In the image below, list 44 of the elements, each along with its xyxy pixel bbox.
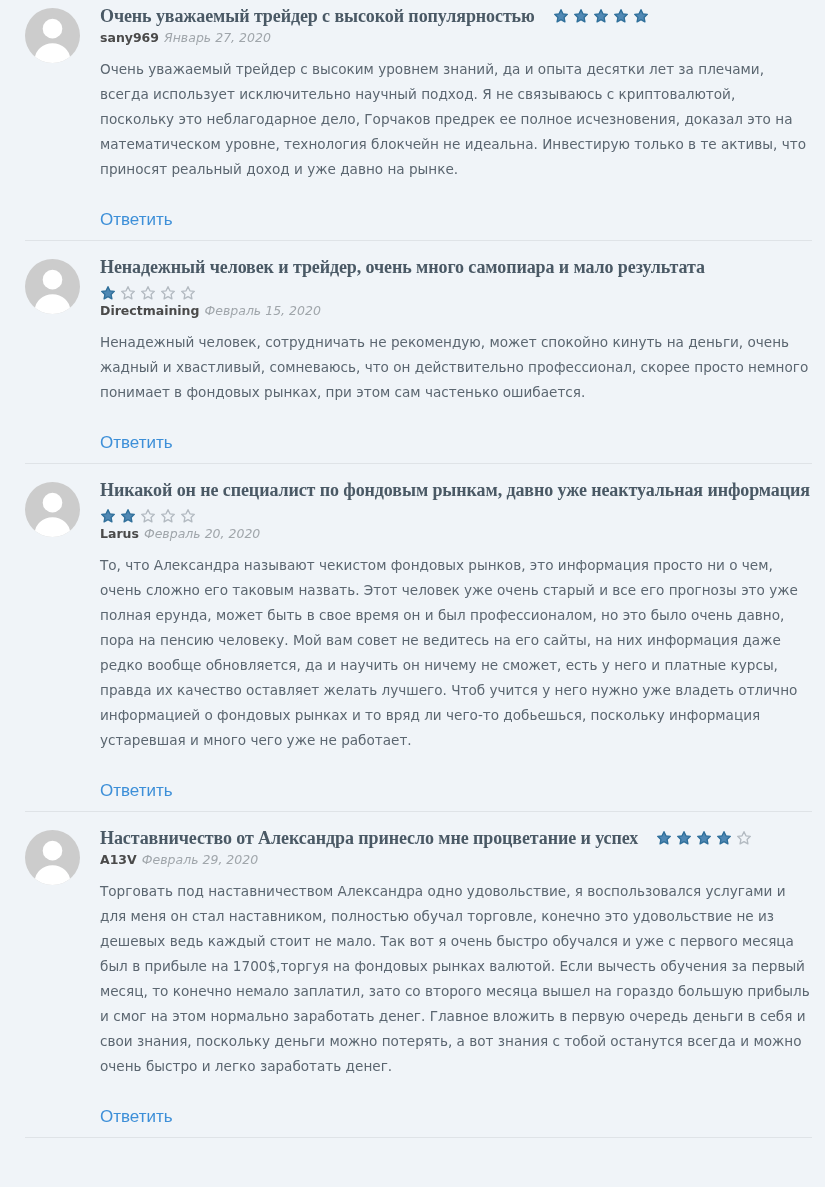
review-title: Никакой он не специалист по фондовым рынкам, давно уже неактуальная информация xyxy=(100,479,810,502)
filled-star-icon xyxy=(100,508,116,524)
filled-star-icon xyxy=(696,830,713,846)
filled-star-icon xyxy=(572,8,589,24)
filled-star-icon xyxy=(676,830,693,846)
empty-star-icon xyxy=(160,508,176,524)
reply-link[interactable]: Ответить xyxy=(100,1107,173,1127)
author-name: Larus xyxy=(100,526,139,541)
empty-star-icon xyxy=(736,830,753,846)
review-text: Очень уважаемый трейдер с высоким уровнем знаний, да и опыта десятки лет за плечами, всегда использует исключительно научный подход. Я не связываюсь с криптовалютой, поскольку это неблагодарное дело, Горчаков предрек ее полное исчезновения, доказал это на математическом уровне, технология блокчейн не идеальна. Инвестирую только в те активы, что приносят реальный доход и уже давно на рынке. xyxy=(100,60,807,179)
avatar-icon xyxy=(25,259,80,314)
review-date: Февраль 15, 2020 xyxy=(204,303,321,318)
review-date: Февраль 20, 2020 xyxy=(143,526,261,541)
empty-star-icon xyxy=(120,285,136,301)
empty-star-icon xyxy=(140,285,156,301)
review-title: Ненадежный человек и трейдер, очень много самопиара и мало результата xyxy=(100,256,705,279)
avatar-icon xyxy=(25,482,80,537)
reply-link[interactable]: Ответить xyxy=(100,781,173,801)
filled-star-icon xyxy=(592,8,609,24)
reply-link[interactable]: Ответить xyxy=(100,210,173,230)
empty-star-icon xyxy=(180,285,196,301)
avatar-icon xyxy=(25,8,80,63)
review-text: То, что Александра называют чекистом фондовых рынков, это информация просто ни о чем, очень сложно его таковым назвать. Этот человек уже очень старый и все его прогнозы это уже полная ерунда, может быть в свое время он и был профессионалом, но это было очень давно, пора на пенсию человеку. Мой вам совет не ведитесь на его сайты, на них информация даже редко вообще обновляется, да и научить он ничему не сможет, есть у него и платные курсы, правда их качество оставляет желать лучшего. Чтоб учится у него нужно уже владеть отлично информацией о фондовых рынках и то вряд ли чего-то добьешься, поскольку информация устаревшая и много чего уже не работает. xyxy=(100,556,799,750)
author-name: A13V xyxy=(100,852,137,867)
author-name: sany969 xyxy=(100,30,159,45)
review-date: Февраль 29, 2020 xyxy=(141,852,259,867)
filled-star-icon xyxy=(100,285,116,301)
avatar-icon xyxy=(25,830,80,885)
review-text: Ненадежный человек, сотрудничать не рекомендую, может спокойно кинуть на деньги, очень жадный и хвастливый, сомневаюсь, что он действительно профессионал, скорее просто немного понимает в фондовых рынках, при этом сам частенько ошибается. xyxy=(100,333,810,402)
filled-star-icon xyxy=(632,8,649,24)
filled-star-icon xyxy=(716,830,733,846)
empty-star-icon xyxy=(160,285,176,301)
filled-star-icon xyxy=(552,8,569,24)
filled-star-icon xyxy=(612,8,629,24)
reply-link[interactable]: Ответить xyxy=(100,433,173,453)
review-title: Наставничество от Александра принесло мне процветание и успех xyxy=(100,827,639,850)
review-date: Январь 27, 2020 xyxy=(164,30,271,45)
filled-star-icon xyxy=(120,508,136,524)
review-title: Очень уважаемый трейдер с высокой популярностью xyxy=(100,5,535,28)
filled-star-icon xyxy=(656,830,673,846)
empty-star-icon xyxy=(180,508,196,524)
review-text: Торговать под наставничеством Александра одно удовольствие, я воспользовался услугами и для меня он стал наставником, полностью обучал торговле, конечно это удовольствие не из дешевых ведь каждый стоит не мало. Так вот я очень быстро обучался и уже с первого месяца был в прибыле на 1700$,торгуя на фондовых рынках валютой. Если вычесть обучения за первый месяц, то конечно немало заплатил, зато со второго месяца вышел на гораздо большую прибыль и смог на этом нормально заработать денег. Главное вложить в первую очередь деньги в себя и свои знания, поскольку деньги можно потерять, а вот знания с тобой останутся всегда и можно очень быстро и легко заработать денег. xyxy=(100,882,811,1076)
author-name: Directmaining xyxy=(100,303,200,318)
empty-star-icon xyxy=(140,508,156,524)
